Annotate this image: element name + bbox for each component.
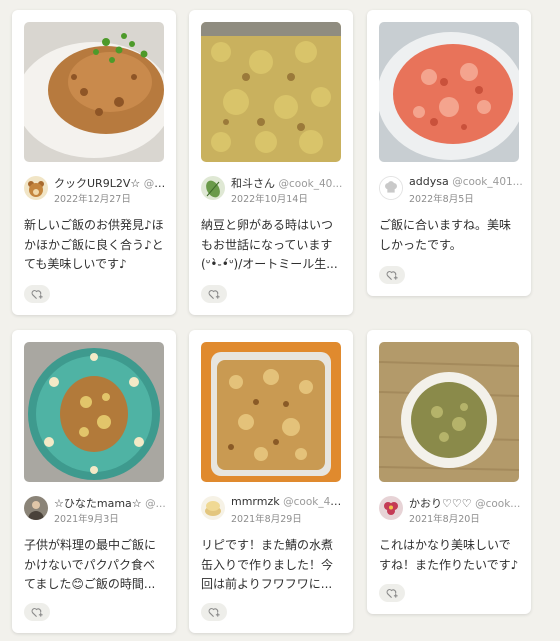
like-button[interactable] xyxy=(24,285,50,303)
post-date: 2022年10月14日 xyxy=(231,194,308,205)
chef-hat-avatar[interactable] xyxy=(379,176,403,200)
heart-plus-icon xyxy=(31,608,43,618)
leaf-avatar[interactable] xyxy=(201,176,225,200)
post-date: 2021年8月20日 xyxy=(409,514,480,525)
user-name-line[interactable]: 和斗さん @cook_40... xyxy=(231,175,346,191)
heart-plus-icon xyxy=(31,290,43,300)
tsukurepo-card[interactable]: ☆ひなたmama☆ @... 2021年9月3日 子供が料理の最中ご飯にかけない… xyxy=(12,330,176,633)
food-photo[interactable] xyxy=(201,342,341,482)
like-button[interactable] xyxy=(379,584,405,602)
comment-text: リピです！また鯖の水煮缶入りで作りました！今回は前よりフワフワに... xyxy=(201,538,334,591)
user-handle: @... xyxy=(145,498,166,510)
flower-avatar[interactable] xyxy=(379,496,403,520)
tsukurepo-card[interactable]: かおり♡♡♡ @cook... 2021年8月20日 これはかなり美味しいですね… xyxy=(367,330,531,614)
heart-plus-icon xyxy=(208,290,220,300)
heart-plus-icon xyxy=(386,271,398,281)
food-photo[interactable] xyxy=(24,22,164,162)
comment-text: 新しいご飯のお供発見♪ほかほかご飯に良く合う♪とても美味しいです♪ xyxy=(24,218,164,271)
bear-avatar[interactable] xyxy=(24,176,48,200)
user-name-line[interactable]: かおり♡♡♡ @cook... xyxy=(409,495,524,511)
comment-text: ご飯に合いますね。美味しかったです。 xyxy=(379,218,512,252)
user-name[interactable]: addysa xyxy=(409,175,449,188)
user-handle: @c... xyxy=(143,178,169,190)
user-name-line[interactable]: クックUR9L2V☆ @c... xyxy=(54,175,169,191)
user-name[interactable]: 和斗さん xyxy=(231,177,275,190)
user-handle: @cook_41... xyxy=(283,496,346,508)
user-name-line[interactable]: addysa @cook_401... xyxy=(409,175,524,188)
tsukurepo-card[interactable]: クックUR9L2V☆ @c... 2022年12月27日 新しいご飯のお供発見♪… xyxy=(12,10,176,315)
user-handle: @cook_401... xyxy=(452,176,523,188)
user-name-line[interactable]: mmrmzk @cook_41... xyxy=(231,495,346,508)
like-button[interactable] xyxy=(24,603,50,621)
tsukurepo-card[interactable]: mmrmzk @cook_41... 2021年8月29日 リピです！また鯖の水… xyxy=(189,330,353,633)
user-name-line[interactable]: ☆ひなたmama☆ @... xyxy=(54,495,169,511)
like-button[interactable] xyxy=(201,603,227,621)
tsukurepo-card[interactable]: addysa @cook_401... 2022年8月5日 ご飯に合いますね。美… xyxy=(367,10,531,296)
heart-plus-icon xyxy=(208,608,220,618)
buns-avatar[interactable] xyxy=(201,496,225,520)
post-date: 2021年8月29日 xyxy=(231,514,302,525)
comment-text: 納豆と卵がある時はいつもお世話になっています(ᐡ•̀֊•́ᐡ)/オートミール生.… xyxy=(201,218,338,271)
heart-plus-icon xyxy=(386,589,398,599)
person-avatar[interactable] xyxy=(24,496,48,520)
food-photo[interactable] xyxy=(379,342,519,482)
user-handle: @cook... xyxy=(475,498,521,510)
like-button[interactable] xyxy=(201,285,227,303)
user-name[interactable]: クックUR9L2V☆ xyxy=(54,177,140,190)
post-date: 2021年9月3日 xyxy=(54,514,119,525)
food-photo[interactable] xyxy=(201,22,341,162)
food-photo[interactable] xyxy=(379,22,519,162)
comment-text: 子供が料理の最中ご飯にかけないでパクパク食べてました😊ご飯の時間... xyxy=(24,538,157,591)
tsukurepo-card[interactable]: 和斗さん @cook_40... 2022年10月14日 納豆と卵がある時はいつ… xyxy=(189,10,353,315)
user-handle: @cook_40... xyxy=(278,178,343,190)
user-name[interactable]: ☆ひなたmama☆ xyxy=(54,497,142,510)
like-button[interactable] xyxy=(379,266,405,284)
user-name[interactable]: mmrmzk xyxy=(231,495,280,508)
post-date: 2022年8月5日 xyxy=(409,194,474,205)
food-photo[interactable] xyxy=(24,342,164,482)
user-name[interactable]: かおり♡♡♡ xyxy=(409,497,472,510)
comment-text: これはかなり美味しいですね！また作りたいです♪ xyxy=(379,538,519,572)
post-date: 2022年12月27日 xyxy=(54,194,131,205)
